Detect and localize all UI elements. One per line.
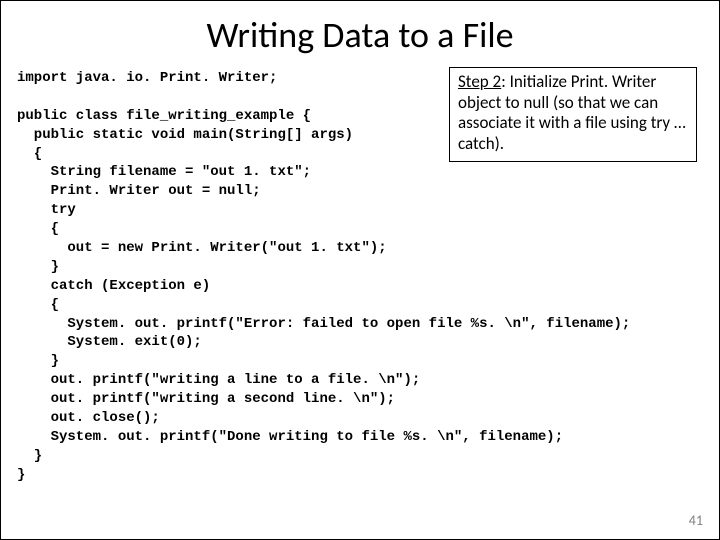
slide-body: import java. io. Print. Writer; public c… bbox=[1, 69, 719, 485]
step-callout: Step 2: Initialize Print. Writer object … bbox=[449, 67, 697, 162]
slide-number: 41 bbox=[689, 512, 703, 529]
callout-text: Step 2: Initialize Print. Writer object … bbox=[458, 71, 686, 154]
slide-title: Writing Data to a File bbox=[1, 1, 719, 69]
